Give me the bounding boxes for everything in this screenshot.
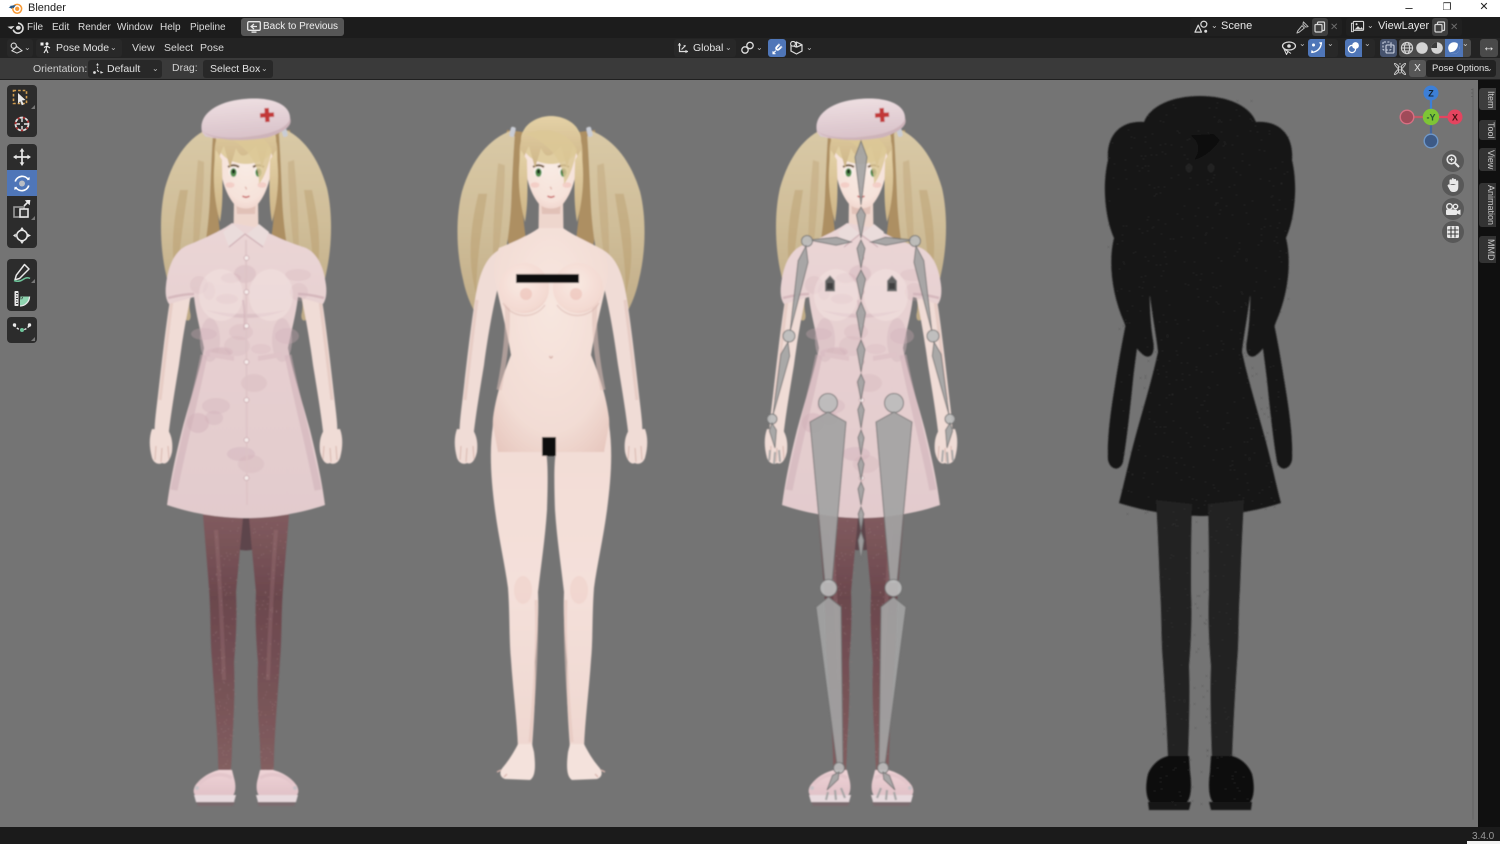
svg-text:-Y: -Y (1427, 113, 1436, 123)
svg-text:Z: Z (1428, 89, 1434, 99)
svg-text:X: X (1452, 113, 1458, 123)
